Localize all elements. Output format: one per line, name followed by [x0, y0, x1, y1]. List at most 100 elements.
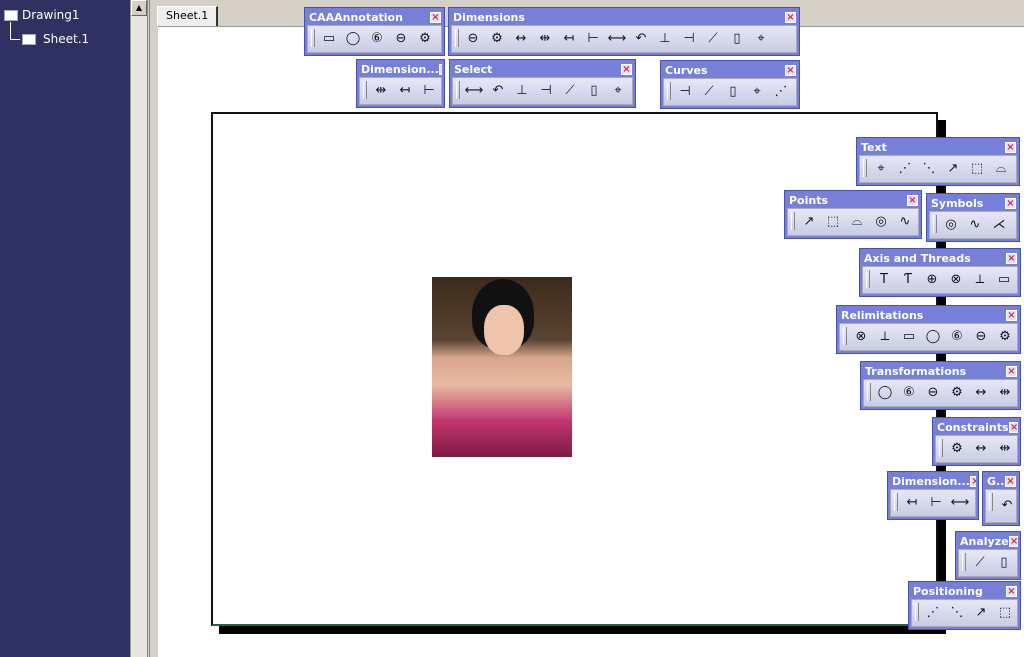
welding-icon[interactable]: ∿ — [964, 214, 986, 236]
datum-feature-icon[interactable]: ⬚ — [966, 158, 988, 180]
toolbar-title-bar[interactable]: Axis and Threads × — [862, 251, 1018, 266]
dim-gen-2-icon[interactable]: ⊢ — [925, 492, 947, 514]
close-icon[interactable]: × — [907, 195, 918, 206]
tree-scrollbar[interactable]: ▲ — [130, 0, 147, 657]
balloon-icon[interactable]: ↗ — [942, 158, 964, 180]
close-icon[interactable]: × — [430, 12, 441, 23]
toolbar-title-bar[interactable]: G.. × — [985, 474, 1017, 489]
toolbar-symbols[interactable]: Symbols × ◎ ∿ ⋌ — [926, 193, 1020, 242]
toolbar-dimension[interactable]: Dimension... × ↤ ⊢ ⟷ — [887, 471, 979, 520]
angle-dim-icon[interactable]: ⊢ — [582, 28, 604, 50]
point-icon[interactable]: ↗ — [798, 211, 820, 233]
toolbar-title-bar[interactable]: Curves × — [663, 63, 797, 78]
text-icon[interactable]: ⌖ — [870, 158, 892, 180]
toolbar-title-bar[interactable]: CAAAnnotation × — [307, 10, 442, 25]
select-outside-icon[interactable]: ⌖ — [607, 80, 629, 102]
point-coord-icon[interactable]: ⬚ — [822, 211, 844, 233]
toolbar-curves[interactable]: Curves × ⊣ ⟋ ▯ ⌖ ⋰ — [660, 60, 800, 109]
align-icon[interactable]: ⋰ — [922, 602, 944, 624]
dim-1-icon[interactable]: ⊖ — [462, 28, 484, 50]
dim-gen-1-icon[interactable]: ↤ — [901, 492, 923, 514]
arc-icon[interactable]: ⊣ — [674, 81, 696, 103]
toolbar-transformations[interactable]: Transformations × ◯ ⑥ ⊖ ⚙ ↔ ⇹ — [860, 361, 1021, 410]
center-line-ref-icon[interactable]: Ƭ — [897, 269, 919, 291]
close-icon[interactable]: × — [785, 12, 796, 23]
toolbar-title-bar[interactable]: Positioning × — [911, 584, 1018, 599]
toolbar-title-bar[interactable]: Analyze × — [958, 534, 1018, 549]
chamfer-icon[interactable]: ⟂ — [874, 326, 896, 348]
fix-icon[interactable]: ⇹ — [994, 438, 1016, 460]
analyze-2-icon[interactable]: ▯ — [993, 552, 1015, 574]
close-icon[interactable]: × — [1005, 476, 1016, 487]
close-icon[interactable]: × — [621, 64, 632, 75]
toolbar-title-bar[interactable]: Constraints × — [935, 420, 1018, 435]
toolbar-dimension[interactable]: Dimension...×⇹↤⊢ — [356, 59, 445, 108]
radius-dim-icon[interactable]: ⟷ — [606, 28, 628, 50]
toolbar-analyze[interactable]: Analyze × ⟋ ▯ — [955, 531, 1021, 580]
circle-a-icon[interactable]: ◯ — [342, 28, 364, 50]
close-icon[interactable]: × — [1005, 198, 1016, 209]
dim-3-icon[interactable]: ↔ — [510, 28, 532, 50]
position-3-icon[interactable]: ⬚ — [994, 602, 1016, 624]
corner-fillet-icon[interactable]: ⊗ — [850, 326, 872, 348]
thread-dim-icon[interactable]: ⊣ — [678, 28, 700, 50]
close-icon[interactable]: × — [1008, 536, 1018, 547]
hole-table-icon[interactable]: ▯ — [726, 28, 748, 50]
toolbar-points[interactable]: Points × ↗ ⬚ ⌓ ◎ ∿ — [784, 190, 922, 239]
projection-icon[interactable]: ∿ — [894, 211, 916, 233]
complement-icon[interactable]: ⚙ — [994, 326, 1016, 348]
toolbar-title-bar[interactable]: Points × — [787, 193, 919, 208]
length-dim-icon[interactable]: ↤ — [558, 28, 580, 50]
close-icon[interactable]: × — [1008, 422, 1018, 433]
close-icon[interactable]: × — [1006, 253, 1017, 264]
axis-line-icon[interactable]: ⟂ — [969, 269, 991, 291]
toolbar-text[interactable]: Text × ⌖ ⋰ ⋱ ↗ ⬚ ⌓ — [856, 137, 1020, 186]
generate-icon[interactable]: ↶ — [996, 495, 1018, 517]
toolbar-caaannotation[interactable]: CAAAnnotation × ▭ ◯ ⑥ ⊖ ⚙ — [304, 7, 445, 56]
text-replicate-icon[interactable]: ⋱ — [918, 158, 940, 180]
analyze-1-icon[interactable]: ⟋ — [969, 552, 991, 574]
scale-icon[interactable]: ↔ — [970, 382, 992, 404]
axis-2pt-icon[interactable]: ▭ — [993, 269, 1015, 291]
toolbar-constraints[interactable]: Constraints × ⚙ ↔ ⇹ — [932, 417, 1021, 466]
quick-trim-icon[interactable]: ⑥ — [946, 326, 968, 348]
three-point-arc-icon[interactable]: ⟋ — [698, 81, 720, 103]
roughness-icon[interactable]: ◎ — [940, 214, 962, 236]
toolbar-title-bar[interactable]: Transformations × — [863, 364, 1018, 379]
diameter-dim-icon[interactable]: ↶ — [630, 28, 652, 50]
text-ab-icon[interactable]: ▭ — [318, 28, 340, 50]
contact-icon[interactable]: ↔ — [970, 438, 992, 460]
constraint-icon[interactable]: ⚙ — [946, 438, 968, 460]
close-icon[interactable]: × — [438, 64, 442, 75]
position-1-icon[interactable]: ⋱ — [946, 602, 968, 624]
close-icon[interactable]: × — [785, 65, 796, 76]
text-leader-icon[interactable]: ⋰ — [894, 158, 916, 180]
toolbar-title-bar[interactable]: Relimitations × — [839, 308, 1018, 323]
close-icon[interactable]: × — [969, 476, 976, 487]
select-intersect-icon[interactable]: ▯ — [583, 80, 605, 102]
scroll-up-button[interactable]: ▲ — [131, 0, 147, 16]
close-icon[interactable]: × — [1005, 142, 1016, 153]
inserted-picture[interactable] — [432, 277, 572, 457]
toolbar-title-bar[interactable]: Dimensions × — [451, 10, 797, 25]
datum-icon[interactable]: ⊖ — [390, 28, 412, 50]
break-icon[interactable]: ◯ — [922, 326, 944, 348]
toolbar-dimensions[interactable]: Dimensions × ⊖ ⚙ ↔ ⇹ ↤ ⊢ ⟷ ↶ ⊥ ⊣ ⟋ ▯ ⌖ — [448, 7, 800, 56]
thread-ref-icon[interactable]: ⊗ — [945, 269, 967, 291]
coordinate-dim-icon[interactable]: ⟋ — [702, 28, 724, 50]
tab-sheet-1[interactable]: Sheet.1 — [157, 6, 219, 26]
close-icon[interactable]: × — [1006, 366, 1017, 377]
intersection-point-icon[interactable]: ◎ — [870, 211, 892, 233]
toolbar-relimitations[interactable]: Relimitations × ⊗ ⟂ ▭ ◯ ⑥ ⊖ ⚙ — [836, 305, 1021, 354]
tree-node-drawing[interactable]: Drawing1 — [4, 8, 80, 22]
close-icon[interactable]: × — [1006, 586, 1017, 597]
translate-icon[interactable]: ⊖ — [922, 382, 944, 404]
toolbar-title-bar[interactable]: Dimension...× — [359, 62, 442, 77]
lasso-icon[interactable]: ⟋ — [559, 80, 581, 102]
interrupt-icon[interactable]: ⇹ — [370, 80, 392, 102]
point-table-icon[interactable]: ⌖ — [750, 28, 772, 50]
dim-4-icon[interactable]: ⇹ — [534, 28, 556, 50]
toolbar-select[interactable]: Select × ⟷ ↶ ⊥ ⊣ ⟋ ▯ ⌖ — [449, 59, 636, 108]
position-2-icon[interactable]: ↗ — [970, 602, 992, 624]
remove-dim-icon[interactable]: ⊢ — [418, 80, 440, 102]
